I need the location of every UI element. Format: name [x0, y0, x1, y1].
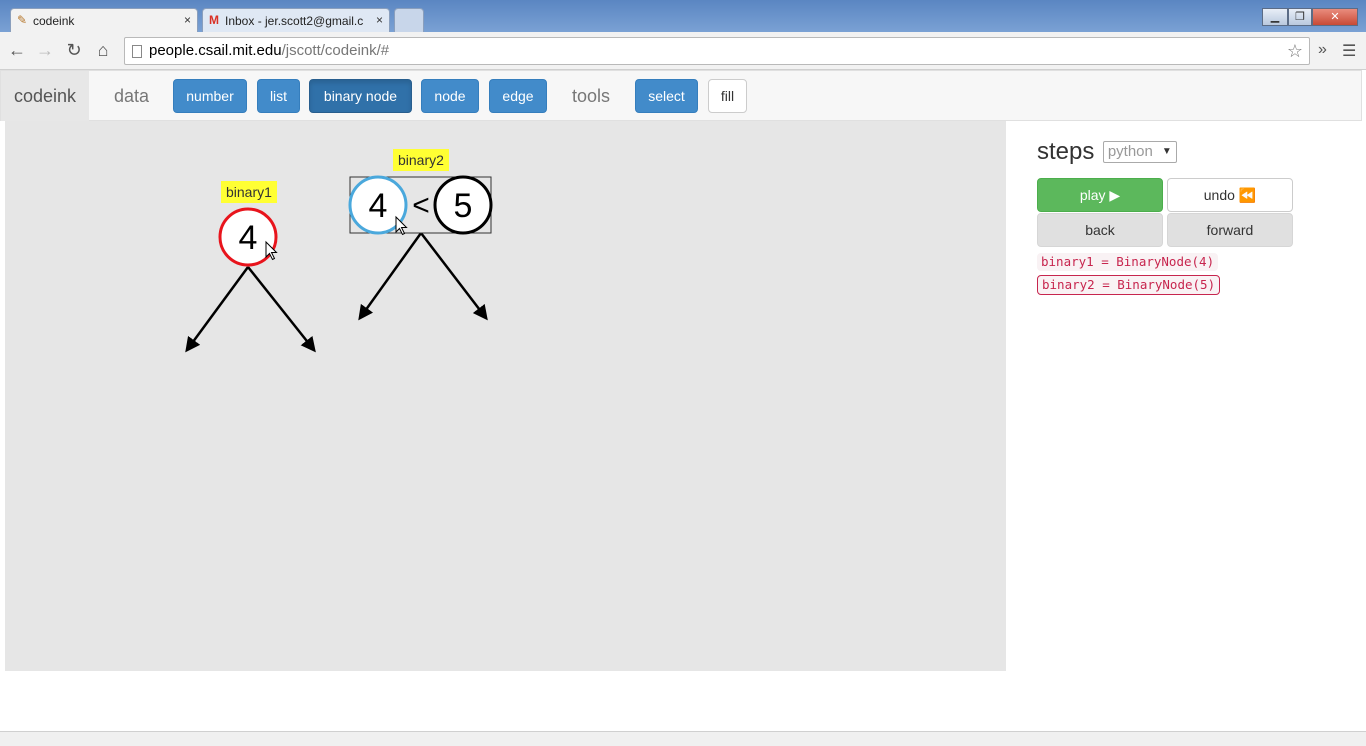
canvas-svg[interactable]: 4 4 < 5	[5, 121, 1006, 671]
undo-button[interactable]: undo ⏪	[1167, 178, 1293, 212]
select-button[interactable]: select	[635, 79, 698, 113]
bookmark-star-icon[interactable]: ☆	[1287, 38, 1303, 64]
language-select[interactable]: python ▼	[1102, 141, 1177, 163]
new-tab-button[interactable]	[394, 8, 424, 32]
fill-button[interactable]: fill	[708, 79, 747, 113]
tab-title: codeink	[33, 13, 75, 28]
url-host: people.csail.mit.edu	[149, 42, 282, 59]
play-button[interactable]: play ▶	[1037, 178, 1163, 212]
list-button[interactable]: list	[257, 79, 300, 113]
caret-down-icon: ▼	[1161, 146, 1172, 157]
step-line-selected[interactable]: binary2 = BinaryNode(5)	[1037, 275, 1221, 295]
binary1-left-edge[interactable]	[185, 266, 250, 353]
tab-inbox[interactable]: M Inbox - jer.scott2@gmail.c ×	[202, 8, 390, 32]
forward-button[interactable]: forward	[1167, 213, 1293, 247]
app-navbar: codeink data number list binary node nod…	[0, 70, 1362, 121]
browser-toolbar: ← → ↻ ⌂ people.csail.mit.edu/jscott/code…	[0, 32, 1366, 70]
forward-arrow-icon[interactable]: →	[34, 40, 56, 62]
number-button[interactable]: number	[173, 79, 247, 113]
data-label: data	[114, 86, 150, 106]
back-arrow-icon[interactable]: ←	[6, 40, 28, 62]
language-value: python	[1107, 143, 1153, 160]
binary1-label[interactable]: binary1	[221, 181, 277, 203]
drawing-canvas[interactable]: 4 4 < 5 binary1 binary2	[5, 121, 1006, 671]
steps-title: steps	[1037, 138, 1095, 165]
url-path: /jscott/codeink/#	[281, 42, 390, 59]
compare-symbol: <	[412, 189, 430, 222]
binary1-value: 4	[239, 219, 258, 257]
page-icon	[132, 45, 142, 58]
binary-node-button[interactable]: binary node	[309, 79, 412, 113]
binary2-right-edge[interactable]	[420, 232, 488, 321]
brand[interactable]: codeink	[1, 71, 89, 121]
comparison-value: 5	[454, 187, 473, 225]
tab-codeink[interactable]: ✎ codeink ×	[10, 8, 198, 32]
pencil-icon: ✎	[17, 13, 28, 27]
maximize-icon[interactable]: ❐	[1288, 8, 1312, 26]
window-close-icon[interactable]: ✕	[1312, 8, 1358, 26]
step-line[interactable]: binary1 = BinaryNode(4)	[1037, 253, 1219, 271]
close-tab-icon[interactable]: ×	[184, 13, 191, 27]
address-bar[interactable]: people.csail.mit.edu/jscott/codeink/# ☆	[124, 37, 1310, 65]
binary1-right-edge[interactable]	[247, 266, 316, 353]
status-bar	[0, 731, 1366, 746]
binary2-left-edge[interactable]	[358, 232, 423, 321]
browser-tabstrip: ✎ codeink × M Inbox - jer.scott2@gmail.c…	[0, 0, 1366, 32]
home-icon[interactable]: ⌂	[92, 40, 114, 62]
steps-panel: steps python ▼ play ▶ undo ⏪ back forwar…	[1037, 138, 1297, 295]
close-tab-icon[interactable]: ×	[376, 13, 383, 27]
edge-button[interactable]: edge	[489, 79, 547, 113]
menu-icon[interactable]: ☰	[1342, 41, 1356, 61]
tools-label: tools	[572, 86, 611, 106]
binary2-label[interactable]: binary2	[393, 149, 449, 171]
binary2-value: 4	[369, 187, 388, 225]
extensions-overflow-icon[interactable]: »	[1318, 41, 1327, 59]
gmail-icon: M	[209, 13, 219, 27]
node-button[interactable]: node	[421, 79, 479, 113]
tab-title: Inbox - jer.scott2@gmail.c	[225, 13, 364, 28]
minimize-icon[interactable]: ▁	[1262, 8, 1288, 26]
back-button[interactable]: back	[1037, 213, 1163, 247]
reload-icon[interactable]: ↻	[63, 40, 85, 62]
